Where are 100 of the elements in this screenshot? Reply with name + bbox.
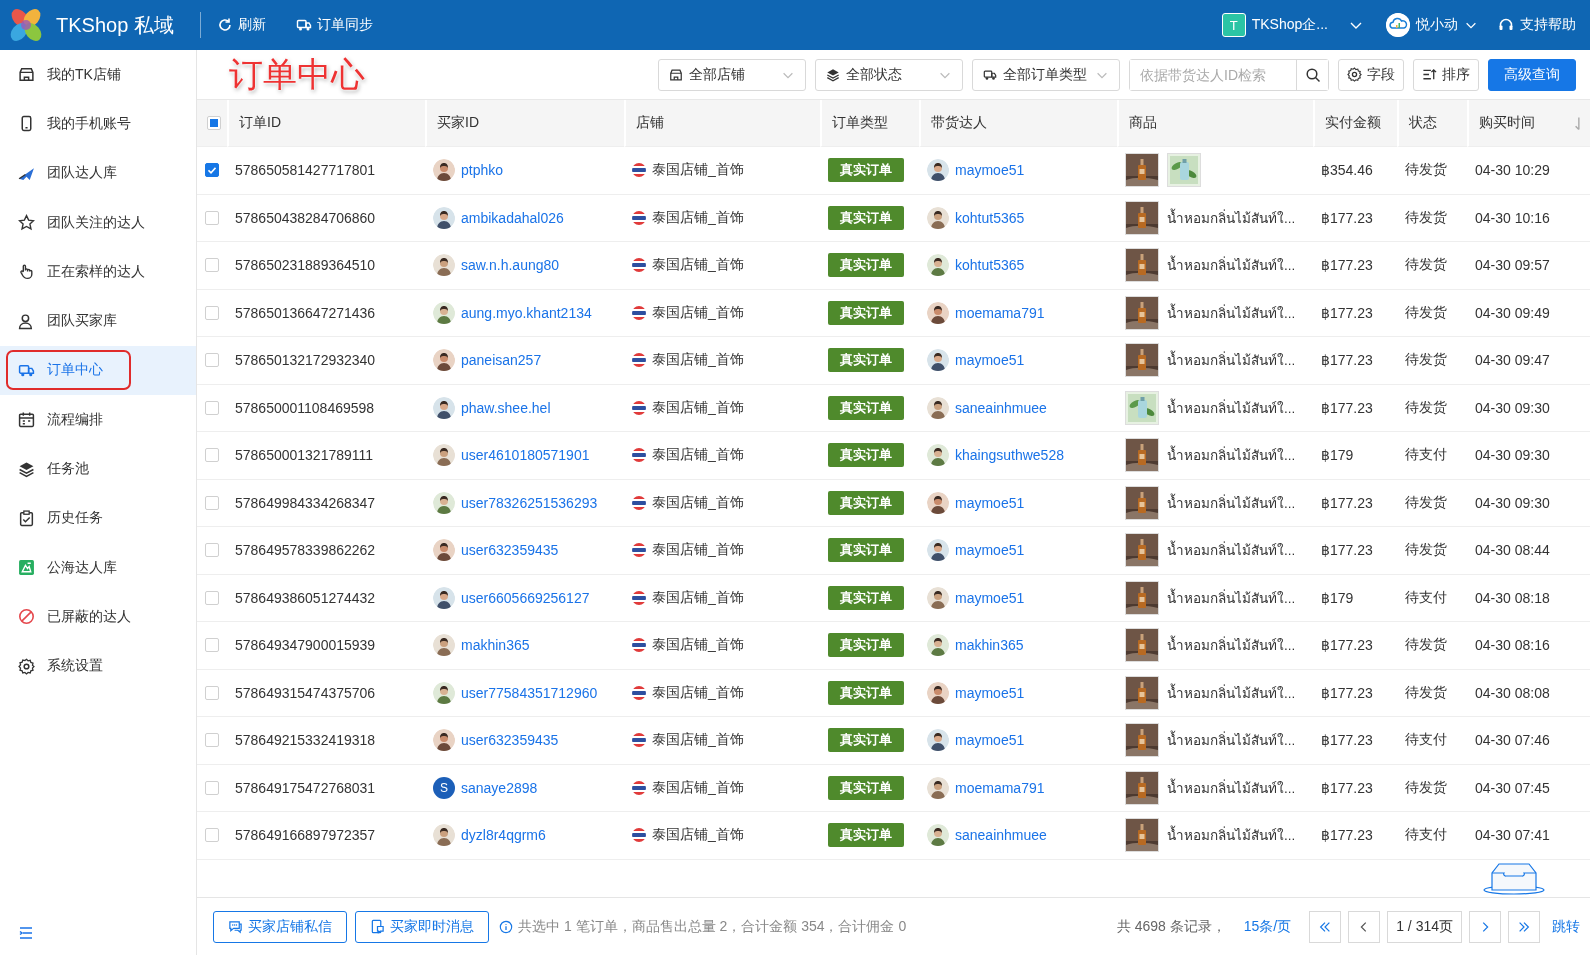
help-button[interactable]: 支持帮助 xyxy=(1498,16,1576,34)
shop-icon xyxy=(669,67,683,82)
sidebar-item[interactable]: 我的TK店铺 xyxy=(0,50,196,100)
buyer-link[interactable]: sanaye2898 xyxy=(461,779,538,796)
store-name: 泰国店铺_首饰 xyxy=(652,303,744,322)
page-annotation: 订单中心 xyxy=(229,53,365,95)
buyer-link[interactable]: user78326251536293 xyxy=(461,494,598,511)
sidebar-item[interactable]: 任务池 xyxy=(0,444,196,494)
last-page-button[interactable] xyxy=(1508,910,1540,943)
amount: ฿177.23 xyxy=(1321,542,1373,559)
amount: ฿179 xyxy=(1321,589,1354,606)
jump-button[interactable]: 跳转 xyxy=(1548,917,1580,936)
buyer-link[interactable]: user632359435 xyxy=(461,732,559,749)
thai-flag-icon xyxy=(632,733,646,748)
buyer-link[interactable]: aung.myo.khant2134 xyxy=(461,304,592,321)
total-records: 共 4698 条记录， xyxy=(1116,917,1226,936)
buyer-link[interactable]: dyzl8r4qgrm6 xyxy=(461,827,546,844)
sidebar-item[interactable]: 团队买家库 xyxy=(0,296,196,346)
status-filter-select[interactable]: 全部状态 xyxy=(815,58,963,91)
refresh-button[interactable]: 刷新 xyxy=(216,16,266,34)
headset-icon xyxy=(1498,17,1514,33)
search-button[interactable] xyxy=(1296,59,1328,90)
sort-down-icon[interactable] xyxy=(1575,116,1580,130)
creator-link[interactable]: kohtut5365 xyxy=(955,257,1025,274)
team-name[interactable]: TKShop企... xyxy=(1251,16,1328,34)
buyer-link[interactable]: user6605669256127 xyxy=(461,589,590,606)
creator-link[interactable]: moemama791 xyxy=(955,779,1045,796)
advanced-search-button[interactable]: 高级查询 xyxy=(1488,58,1576,91)
creator-link[interactable]: khaingsuthwe528 xyxy=(955,447,1064,464)
store-name: 泰国店铺_首饰 xyxy=(652,351,744,370)
next-page-button[interactable] xyxy=(1469,910,1501,943)
sidebar-item[interactable]: 流程编排 xyxy=(0,395,196,445)
creator-link[interactable]: maymoe51 xyxy=(955,352,1025,369)
order-id: 578649578339862262 xyxy=(235,542,376,559)
sidebar-item[interactable]: 我的手机账号 xyxy=(0,99,196,149)
sidebar-item[interactable]: 系统设置 xyxy=(0,641,196,691)
order-type-filter-select[interactable]: 全部订单类型 xyxy=(972,58,1120,91)
creator-link[interactable]: saneainhmuee xyxy=(955,399,1047,416)
purchase-time: 04-30 09:30 xyxy=(1475,399,1550,416)
sort-button[interactable]: 排序 xyxy=(1413,58,1479,91)
buyer-link[interactable]: user632359435 xyxy=(461,542,559,559)
order-type-tag: 真实订单 xyxy=(828,205,904,230)
row-checkbox[interactable] xyxy=(205,163,219,178)
buyer-link[interactable]: phaw.shee.hel xyxy=(461,399,551,416)
order-id: 578650001321789111 xyxy=(235,447,374,464)
buyer-link[interactable]: user4610180571901 xyxy=(461,447,590,464)
creator-link[interactable]: maymoe51 xyxy=(955,162,1025,179)
selection-summary: 共选中 1 笔订单，商品售出总量 2，合计金额 354，合计佣金 0 xyxy=(518,917,907,936)
order-type-tag: 真实订单 xyxy=(828,348,904,373)
order-type-tag: 真实订单 xyxy=(828,395,904,420)
thai-flag-icon xyxy=(632,305,646,320)
buyer-link[interactable]: ambikadahal026 xyxy=(461,209,564,226)
prev-page-button[interactable] xyxy=(1348,910,1381,943)
buyer-link[interactable]: paneisan257 xyxy=(461,352,542,369)
creator-link[interactable]: maymoe51 xyxy=(955,684,1025,701)
creator-link[interactable]: moemama791 xyxy=(955,304,1045,321)
select-all-checkbox[interactable] xyxy=(207,116,221,130)
creator-link[interactable]: maymoe51 xyxy=(955,494,1025,511)
amount: ฿177.23 xyxy=(1321,209,1373,226)
fields-button[interactable]: 字段 xyxy=(1338,58,1404,91)
thai-flag-icon xyxy=(632,495,646,510)
buyer-link[interactable]: user77584351712960 xyxy=(461,684,598,701)
sidebar-item[interactable]: 团队关注的达人 xyxy=(0,197,196,248)
sidebar-item[interactable]: 团队达人库 xyxy=(0,148,196,198)
inbox-icon[interactable] xyxy=(1482,861,1546,895)
creator-link[interactable]: maymoe51 xyxy=(955,732,1025,749)
page-size-select[interactable]: 15条/页 xyxy=(1243,917,1292,936)
instant-message-button[interactable]: 买家即时消息 xyxy=(355,910,489,943)
purchase-time: 04-30 08:08 xyxy=(1475,684,1550,701)
shop-filter-select[interactable]: 全部店铺 xyxy=(658,58,806,91)
sidebar-item[interactable]: 公海达人库 xyxy=(0,542,196,593)
order-status: 待支付 xyxy=(1405,588,1447,607)
search-field[interactable]: 依据带货达人ID检索 xyxy=(1129,58,1329,91)
thai-flag-icon xyxy=(632,210,646,225)
creator-link[interactable]: makhin365 xyxy=(955,637,1024,654)
order-type-tag: 真实订单 xyxy=(828,300,904,325)
menu-icon[interactable] xyxy=(18,925,34,941)
creator-link[interactable]: maymoe51 xyxy=(955,542,1025,559)
buyer-link[interactable]: ptphko xyxy=(461,162,504,179)
buyer-link[interactable]: saw.n.h.aung80 xyxy=(461,257,560,274)
user-name[interactable]: 悦小动 xyxy=(1416,16,1458,34)
sidebar-item[interactable]: 订单中心 xyxy=(0,345,196,396)
product-title: น้ำหอมกลิ่นไม้สันท์ใ... xyxy=(1167,207,1296,228)
creator-link[interactable]: maymoe51 xyxy=(955,589,1025,606)
amount: ฿177.23 xyxy=(1321,732,1373,749)
purchase-time: 04-30 09:47 xyxy=(1475,352,1550,369)
creator-link[interactable]: saneainhmuee xyxy=(955,827,1047,844)
store-name: 泰国店铺_首饰 xyxy=(652,588,744,607)
creator-link[interactable]: kohtut5365 xyxy=(955,209,1025,226)
column-header[interactable]: 购买时间 xyxy=(1467,100,1590,147)
buyer-link[interactable]: makhin365 xyxy=(461,637,530,654)
shop-message-button[interactable]: 买家店铺私信 xyxy=(213,910,347,943)
first-page-button[interactable] xyxy=(1309,910,1342,943)
sidebar-item[interactable]: 已屏蔽的达人 xyxy=(0,592,196,642)
sync-button[interactable]: 订单同步 xyxy=(295,16,373,34)
sidebar-item[interactable]: 历史任务 xyxy=(0,493,196,543)
order-id: 578649315474375706 xyxy=(235,684,376,701)
order-id: 578650581427717801 xyxy=(235,162,376,179)
sidebar-item[interactable]: 正在索样的达人 xyxy=(0,247,196,297)
purchase-time: 04-30 10:16 xyxy=(1475,209,1550,226)
